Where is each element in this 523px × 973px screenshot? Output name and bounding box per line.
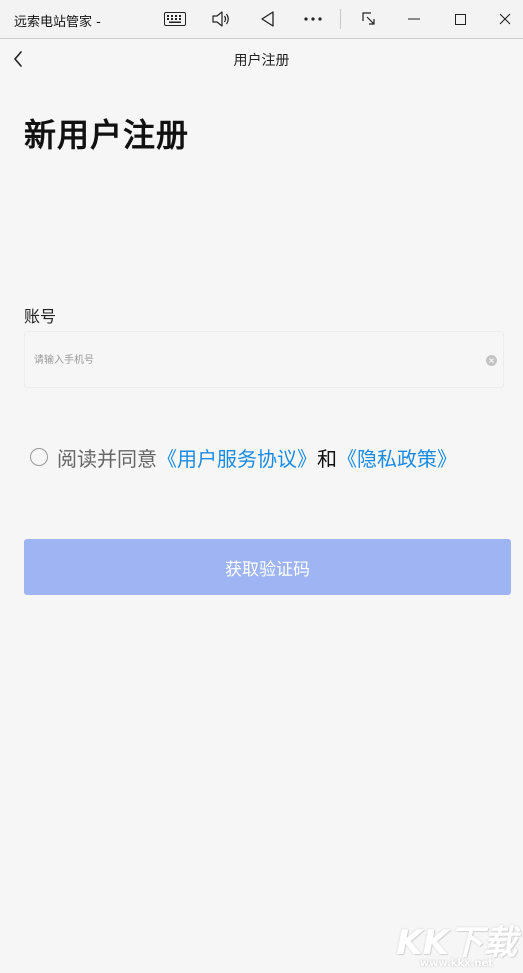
window-titlebar: 远索电站管家 -	[0, 0, 523, 39]
account-label: 账号	[24, 307, 57, 326]
get-verification-code-label: 获取验证码	[225, 559, 310, 579]
app-navbar: 用户注册	[0, 40, 523, 78]
close-icon[interactable]	[490, 6, 520, 32]
agreement-row: 阅读并同意 《用户服务协议》 和 《隐私政策》	[30, 443, 457, 471]
navbar-title: 用户注册	[233, 53, 290, 69]
volume-icon[interactable]	[206, 6, 236, 32]
watermark-logo: KK下载 www.kkx.net	[396, 915, 521, 973]
service-agreement-link[interactable]: 《用户服务协议》	[157, 443, 317, 472]
back-triangle-icon[interactable]	[252, 6, 282, 32]
minimize-icon[interactable]	[399, 6, 429, 32]
maximize-icon[interactable]	[445, 6, 475, 32]
page-title: 新用户注册	[24, 116, 190, 154]
titlebar-divider	[340, 9, 341, 29]
watermark-url: www.kkx.net	[419, 958, 493, 969]
agreement-prefix: 阅读并同意	[57, 446, 157, 471]
more-icon[interactable]	[298, 6, 328, 32]
window-title: 远索电站管家 -	[14, 15, 101, 30]
resize-icon[interactable]	[354, 6, 384, 32]
phone-input[interactable]	[34, 350, 474, 370]
clear-input-icon[interactable]	[486, 355, 497, 366]
watermark-text: KK下载	[396, 923, 517, 963]
get-verification-code-button[interactable]: 获取验证码	[24, 539, 511, 595]
agreement-and: 和	[317, 446, 337, 471]
agreement-checkbox[interactable]	[30, 448, 48, 466]
privacy-policy-link[interactable]: 《隐私政策》	[337, 443, 457, 472]
keyboard-icon[interactable]	[160, 6, 190, 32]
account-field-container	[24, 331, 504, 388]
